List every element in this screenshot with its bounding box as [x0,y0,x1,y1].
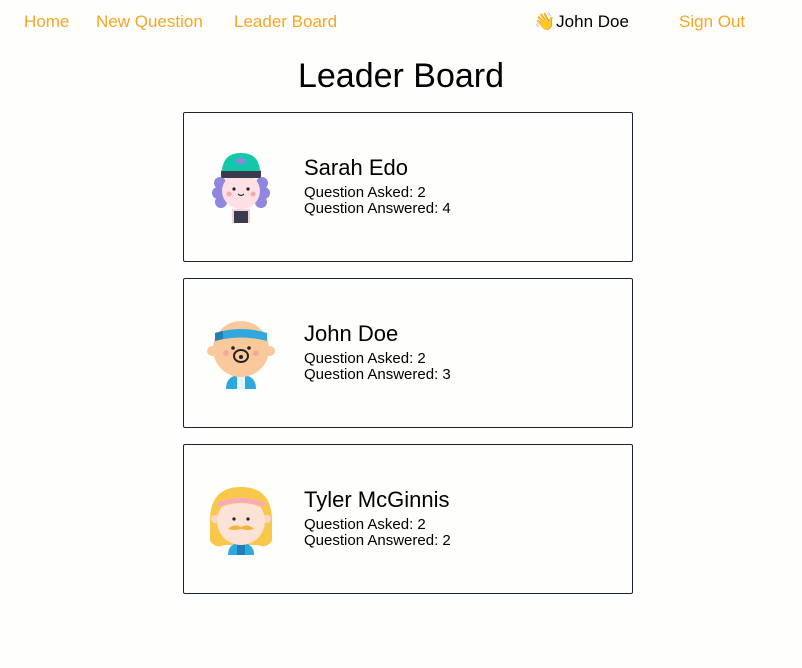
blonde-mustache-headband-avatar [210,487,272,555]
current-user: 👋John Doe [534,12,629,32]
questions-answered: Question Answered: 3 [304,366,451,383]
questions-answered: Question Answered: 2 [304,532,451,549]
questions-asked: Question Asked: 2 [304,184,426,201]
current-user-name: John Doe [556,12,629,31]
leader-info: John Doe Question Asked: 2 Question Answ… [304,321,451,383]
questions-asked: Question Asked: 2 [304,516,426,533]
leader-info: Sarah Edo Question Asked: 2 Question Ans… [304,155,451,217]
leader-name: John Doe [304,321,399,346]
girl-teal-cap-avatar [212,153,270,223]
nav-leader-board-link[interactable]: Leader Board [234,12,337,32]
nav-new-question-link[interactable]: New Question [96,12,203,32]
leader-card: Sarah Edo Question Asked: 2 Question Ans… [183,112,633,262]
nav-home-link[interactable]: Home [24,12,69,32]
leader-card: Tyler McGinnis Question Asked: 2 Questio… [183,444,633,594]
wave-icon: 👋 [534,12,556,31]
bald-boy-headband-avatar [207,321,275,389]
questions-answered: Question Answered: 4 [304,200,451,217]
leader-name: Sarah Edo [304,155,408,180]
sign-out-link[interactable]: Sign Out [679,12,745,32]
leader-card: John Doe Question Asked: 2 Question Answ… [183,278,633,428]
top-nav: Home New Question Leader Board 👋John Doe… [0,10,802,36]
page-title: Leader Board [297,57,505,95]
leader-board-list: Sarah Edo Question Asked: 2 Question Ans… [183,112,633,610]
leader-name: Tyler McGinnis [304,487,450,512]
leader-info: Tyler McGinnis Question Asked: 2 Questio… [304,487,451,549]
questions-asked: Question Asked: 2 [304,350,426,367]
